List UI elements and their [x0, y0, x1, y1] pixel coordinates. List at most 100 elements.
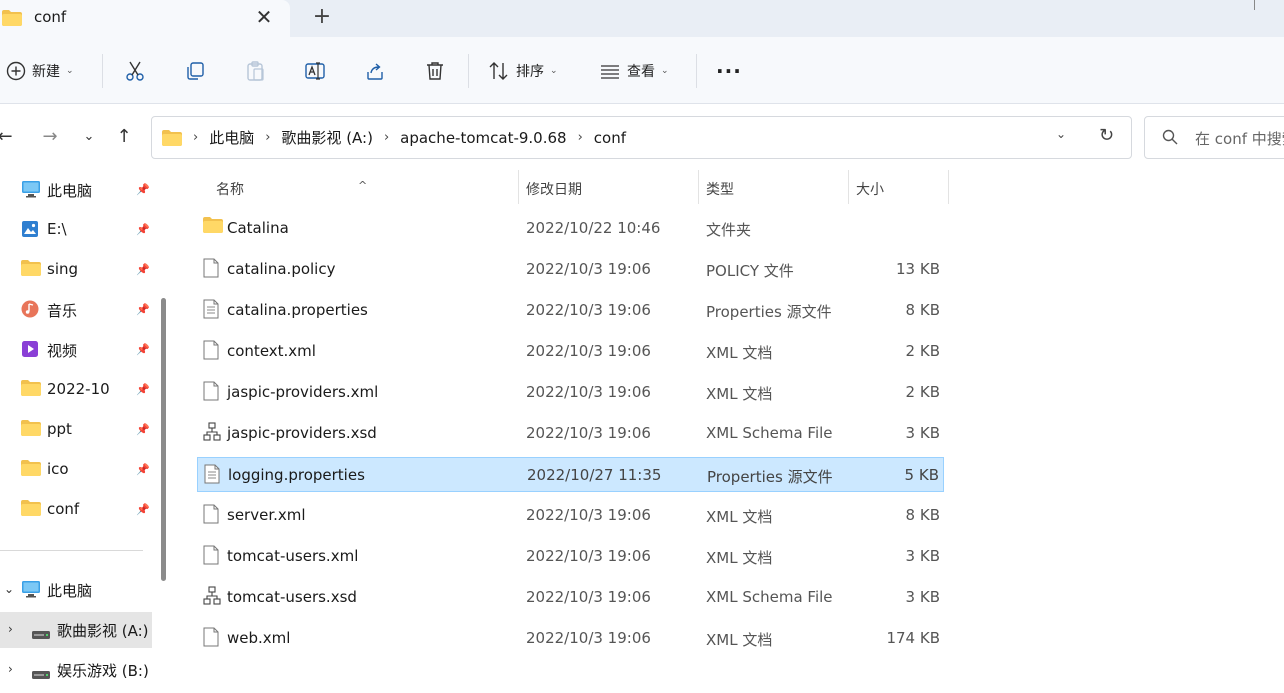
- column-divider[interactable]: [698, 170, 699, 204]
- new-tab-button[interactable]: +: [311, 4, 333, 30]
- chevron-down-icon: ⌄: [66, 66, 74, 76]
- sidebar-scrollbar[interactable]: [161, 298, 166, 581]
- refresh-icon[interactable]: ↻: [1099, 125, 1114, 146]
- paste-button[interactable]: [244, 58, 266, 84]
- chevron-right-icon[interactable]: ›: [8, 662, 13, 676]
- sidebar-item-sing[interactable]: sing 📌: [0, 252, 152, 288]
- pin-icon[interactable]: 📌: [136, 223, 150, 236]
- pin-icon[interactable]: 📌: [136, 303, 150, 316]
- pin-icon[interactable]: 📌: [136, 503, 150, 516]
- file-row[interactable]: web.xml 2022/10/3 19:06 XML 文档 174 KB: [197, 621, 944, 656]
- sidebar-item-drive-b[interactable]: › 娱乐游戏 (B:): [0, 652, 152, 688]
- file-row[interactable]: jaspic-providers.xml 2022/10/3 19:06 XML 文…: [197, 375, 944, 410]
- close-icon[interactable]: ✕: [255, 5, 273, 29]
- command-bar: 新建 ⌄ 排序 ⌄ 查看 ⌄ ···: [0, 37, 1284, 104]
- file-modified-date: 2022/10/3 19:06: [526, 424, 651, 442]
- sort-button[interactable]: 排序 ⌄: [488, 58, 558, 84]
- folder-icon: [162, 129, 182, 146]
- breadcrumb-item[interactable]: 此电脑: [209, 127, 254, 148]
- image-icon: [21, 220, 39, 242]
- pin-icon[interactable]: 📌: [136, 263, 150, 276]
- file-name: Catalina: [227, 219, 289, 237]
- file-row[interactable]: catalina.policy 2022/10/3 19:06 POLICY 文件 1…: [197, 252, 944, 287]
- recent-locations-chevron-icon[interactable]: ⌄: [78, 126, 100, 148]
- column-divider[interactable]: [948, 170, 949, 204]
- sidebar-item-label: 娱乐游戏 (B:): [57, 662, 149, 680]
- column-header-size[interactable]: 大小: [856, 179, 884, 199]
- file-row[interactable]: server.xml 2022/10/3 19:06 XML 文档 8 KB: [197, 498, 944, 533]
- column-header-date[interactable]: 修改日期: [526, 179, 582, 199]
- sidebar-item-label: ico: [47, 460, 69, 478]
- column-divider[interactable]: [518, 170, 519, 204]
- column-header-row: 名称 ^ 修改日期 类型 大小: [172, 170, 1284, 204]
- sidebar-item-label: ppt: [47, 420, 72, 438]
- file-name: tomcat-users.xml: [227, 547, 359, 565]
- column-divider[interactable]: [848, 170, 849, 204]
- share-button[interactable]: [364, 58, 386, 84]
- address-bar[interactable]: › 此电脑 › 歌曲影视 (A:) › apache-tomcat-9.0.68…: [151, 116, 1132, 159]
- file-modified-date: 2022/10/27 11:35: [527, 466, 662, 484]
- chevron-right-icon[interactable]: ›: [265, 130, 270, 145]
- file-row[interactable]: tomcat-users.xsd 2022/10/3 19:06 XML Schem…: [197, 580, 944, 615]
- search-box[interactable]: 在 conf 中搜索: [1144, 116, 1284, 159]
- sidebar-item-ico[interactable]: ico 📌: [0, 452, 152, 488]
- copy-button[interactable]: [184, 58, 206, 84]
- file-modified-date: 2022/10/3 19:06: [526, 588, 651, 606]
- breadcrumb-item[interactable]: conf: [594, 129, 626, 147]
- chevron-right-icon[interactable]: ›: [8, 622, 13, 636]
- view-button[interactable]: 查看 ⌄: [599, 58, 669, 84]
- pin-icon[interactable]: 📌: [136, 343, 150, 356]
- file-row[interactable]: Catalina 2022/10/22 10:46 文件夹: [197, 211, 944, 246]
- forward-arrow-icon[interactable]: →: [39, 126, 61, 148]
- file-row[interactable]: context.xml 2022/10/3 19:06 XML 文档 2 KB: [197, 334, 944, 369]
- sidebar-item-item[interactable]: 视频 📌: [0, 332, 152, 368]
- drive-icon: [32, 665, 50, 683]
- sidebar-item-this-pc[interactable]: ⌄ 此电脑: [0, 572, 152, 608]
- sidebar-item-e[interactable]: E:\ 📌: [0, 212, 152, 248]
- new-button[interactable]: 新建 ⌄: [6, 58, 74, 84]
- file-row[interactable]: tomcat-users.xml 2022/10/3 19:06 XML 文档 3 K…: [197, 539, 944, 574]
- sidebar-item-item[interactable]: 此电脑 📌: [0, 172, 152, 208]
- file-modified-date: 2022/10/3 19:06: [526, 260, 651, 278]
- file-row[interactable]: jaspic-providers.xsd 2022/10/3 19:06 XML S…: [197, 416, 944, 451]
- sidebar-item-ppt[interactable]: ppt 📌: [0, 412, 152, 448]
- column-header-name[interactable]: 名称: [216, 179, 244, 199]
- delete-button[interactable]: [424, 58, 446, 84]
- drive-icon: [32, 625, 50, 643]
- sidebar-item-item[interactable]: 音乐 📌: [0, 292, 152, 328]
- chevron-down-icon[interactable]: ⌄: [4, 582, 14, 596]
- folder-icon: [21, 260, 41, 280]
- pin-icon[interactable]: 📌: [136, 183, 150, 196]
- chevron-right-icon[interactable]: ›: [384, 130, 389, 145]
- file-type: POLICY 文件: [706, 262, 794, 280]
- pin-icon[interactable]: 📌: [136, 463, 150, 476]
- file-icon: [203, 504, 219, 528]
- more-options-button[interactable]: ···: [716, 58, 742, 84]
- cut-button[interactable]: [124, 58, 146, 84]
- back-arrow-icon[interactable]: ←: [0, 126, 16, 148]
- chevron-right-icon[interactable]: ›: [578, 130, 583, 145]
- file-name: jaspic-providers.xsd: [227, 424, 377, 442]
- file-row[interactable]: catalina.properties 2022/10/3 19:06 Proper…: [197, 293, 944, 328]
- file-icon: [203, 627, 219, 651]
- folder-icon: [21, 460, 41, 480]
- column-header-type[interactable]: 类型: [706, 179, 734, 199]
- pin-icon[interactable]: 📌: [136, 383, 150, 396]
- sidebar-item-drive-a[interactable]: › 歌曲影视 (A:): [0, 612, 152, 648]
- rename-button[interactable]: [304, 58, 326, 84]
- sidebar-item-2022-10[interactable]: 2022-10 📌: [0, 372, 152, 408]
- file-row[interactable]: logging.properties 2022/10/27 11:35 Proper…: [197, 457, 944, 492]
- sidebar-item-label: 此电脑: [47, 582, 93, 600]
- view-label: 查看: [627, 64, 655, 80]
- monitor-icon: [21, 180, 41, 202]
- clipboard-icon: [247, 61, 264, 81]
- file-modified-date: 2022/10/3 19:06: [526, 301, 651, 319]
- pin-icon[interactable]: 📌: [136, 423, 150, 436]
- sidebar-item-conf[interactable]: conf 📌: [0, 492, 152, 528]
- breadcrumb-item[interactable]: apache-tomcat-9.0.68: [400, 129, 566, 147]
- navigation-row: ← → ⌄ ↑ › 此电脑 › 歌曲影视 (A:) › apache-tomca…: [0, 104, 1284, 170]
- tab-conf[interactable]: conf ✕: [0, 0, 290, 37]
- address-dropdown-chevron-icon[interactable]: ⌄: [1056, 127, 1066, 141]
- breadcrumb-item[interactable]: 歌曲影视 (A:): [281, 127, 373, 148]
- up-arrow-icon[interactable]: ↑: [113, 126, 135, 148]
